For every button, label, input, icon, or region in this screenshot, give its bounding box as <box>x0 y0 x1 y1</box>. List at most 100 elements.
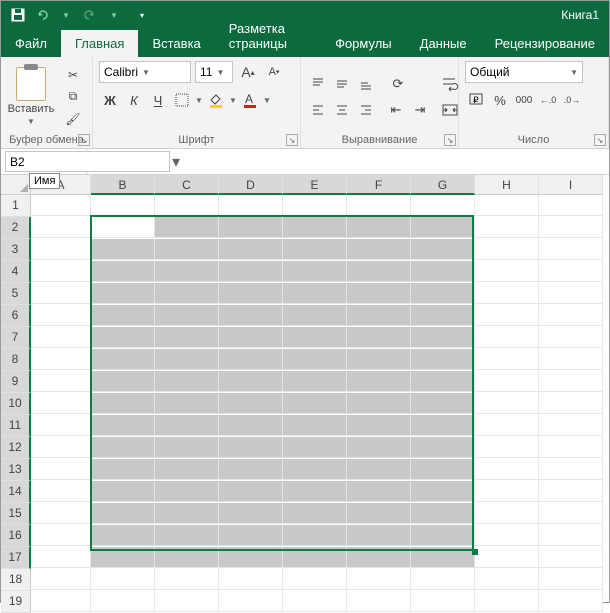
align-right-icon[interactable] <box>355 99 377 121</box>
row-header[interactable]: 1 <box>1 195 31 217</box>
cell[interactable] <box>539 305 603 326</box>
name-box[interactable] <box>5 151 170 172</box>
cell[interactable] <box>475 569 539 590</box>
redo-icon[interactable] <box>81 6 99 24</box>
cell[interactable] <box>475 591 539 612</box>
number-dialog-launcher[interactable]: ↘ <box>594 134 606 146</box>
font-color-icon[interactable]: A <box>239 89 261 111</box>
cell[interactable] <box>539 283 603 304</box>
cell[interactable] <box>91 371 155 392</box>
cell[interactable] <box>347 415 411 436</box>
cell[interactable] <box>31 195 91 216</box>
wrap-text-icon[interactable] <box>439 73 461 95</box>
increase-decimal-icon[interactable]: ←.0 <box>537 89 559 111</box>
cell[interactable] <box>475 437 539 458</box>
row-header[interactable]: 7 <box>1 327 31 349</box>
cell[interactable] <box>347 195 411 216</box>
cell[interactable] <box>347 481 411 502</box>
comma-format-icon[interactable]: 000 <box>513 89 535 111</box>
borders-dropdown-icon[interactable]: ▼ <box>195 96 203 105</box>
row-header[interactable]: 4 <box>1 261 31 283</box>
cell[interactable] <box>219 327 283 348</box>
cell[interactable] <box>475 371 539 392</box>
worksheet-grid[interactable]: ABCDEFGHI 12345678910111213141516171819 <box>1 175 609 613</box>
cell[interactable] <box>411 547 475 568</box>
cell[interactable] <box>31 547 91 568</box>
name-box-dropdown-icon[interactable]: ▾ <box>172 149 180 174</box>
cell[interactable] <box>31 525 91 546</box>
cell[interactable] <box>31 349 91 370</box>
cell[interactable] <box>155 239 219 260</box>
cell[interactable] <box>539 591 603 612</box>
cell[interactable] <box>219 437 283 458</box>
cell[interactable] <box>539 569 603 590</box>
increase-font-icon[interactable]: A▴ <box>237 61 259 83</box>
cell[interactable] <box>91 393 155 414</box>
column-header[interactable]: C <box>155 175 219 195</box>
cell[interactable] <box>31 327 91 348</box>
cell[interactable] <box>219 481 283 502</box>
align-top-icon[interactable] <box>307 73 329 95</box>
cell[interactable] <box>91 437 155 458</box>
column-header[interactable]: H <box>475 175 539 195</box>
align-left-icon[interactable] <box>307 99 329 121</box>
cell[interactable] <box>411 371 475 392</box>
tab-page-layout[interactable]: Разметка страницы <box>215 15 321 57</box>
cell[interactable] <box>347 261 411 282</box>
column-header[interactable]: F <box>347 175 411 195</box>
row-header[interactable]: 17 <box>1 547 31 569</box>
cell[interactable] <box>411 481 475 502</box>
cell[interactable] <box>155 547 219 568</box>
cell[interactable] <box>475 239 539 260</box>
row-header[interactable]: 15 <box>1 503 31 525</box>
fill-dropdown-icon[interactable]: ▼ <box>229 96 237 105</box>
cell[interactable] <box>539 261 603 282</box>
underline-button[interactable]: Ч <box>147 89 169 111</box>
cell[interactable] <box>411 415 475 436</box>
cell[interactable] <box>411 283 475 304</box>
orientation-icon[interactable]: ⟳ <box>387 73 409 95</box>
cell[interactable] <box>347 459 411 480</box>
cell[interactable] <box>283 437 347 458</box>
cell[interactable] <box>347 591 411 612</box>
font-family-select[interactable]: Calibri ▼ <box>99 61 191 83</box>
cell[interactable] <box>411 217 475 238</box>
cell[interactable] <box>283 283 347 304</box>
tab-review[interactable]: Рецензирование <box>481 30 609 57</box>
cell[interactable] <box>155 437 219 458</box>
cell[interactable] <box>283 239 347 260</box>
cell[interactable] <box>219 195 283 216</box>
redo-dropdown-icon[interactable]: ▼ <box>105 6 123 24</box>
cell[interactable] <box>283 569 347 590</box>
row-header[interactable]: 11 <box>1 415 31 437</box>
cell[interactable] <box>91 569 155 590</box>
cell[interactable] <box>91 349 155 370</box>
undo-icon[interactable] <box>33 6 51 24</box>
cell[interactable] <box>219 349 283 370</box>
cell[interactable] <box>283 525 347 546</box>
cell[interactable] <box>539 393 603 414</box>
row-header[interactable]: 10 <box>1 393 31 415</box>
cell[interactable] <box>539 437 603 458</box>
cell[interactable] <box>91 327 155 348</box>
cell[interactable] <box>347 305 411 326</box>
cell[interactable] <box>475 459 539 480</box>
alignment-dialog-launcher[interactable]: ↘ <box>444 134 456 146</box>
cell[interactable] <box>347 569 411 590</box>
cell[interactable] <box>411 437 475 458</box>
column-header[interactable]: E <box>283 175 347 195</box>
cell[interactable] <box>31 437 91 458</box>
cell[interactable] <box>475 305 539 326</box>
cell[interactable] <box>347 393 411 414</box>
fill-color-icon[interactable] <box>205 89 227 111</box>
cell[interactable] <box>411 525 475 546</box>
cell[interactable] <box>347 283 411 304</box>
cell[interactable] <box>475 393 539 414</box>
cell[interactable] <box>539 349 603 370</box>
cell[interactable] <box>475 327 539 348</box>
cell[interactable] <box>283 349 347 370</box>
cell[interactable] <box>219 305 283 326</box>
cell[interactable] <box>155 261 219 282</box>
cell[interactable] <box>411 569 475 590</box>
row-header[interactable]: 19 <box>1 591 31 613</box>
